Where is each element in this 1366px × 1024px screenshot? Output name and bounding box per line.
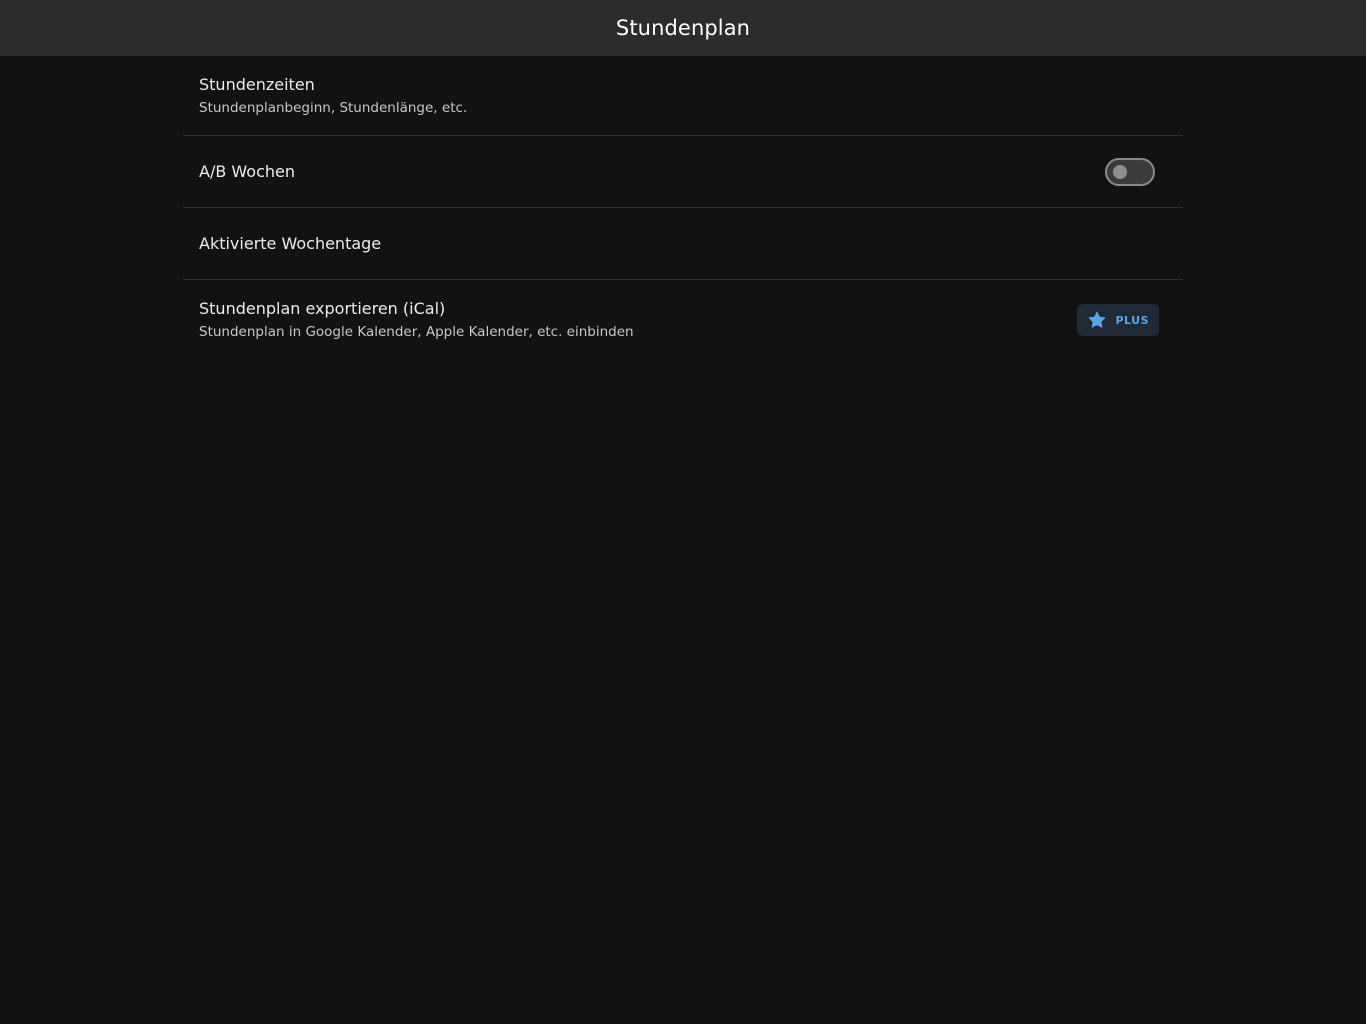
settings-item-title: A/B Wochen bbox=[199, 161, 295, 181]
settings-item-subtitle: Stundenplan in Google Kalender, Apple Ka… bbox=[199, 324, 634, 340]
app-bar: Stundenplan bbox=[0, 0, 1366, 56]
settings-item-subtitle: Stundenplanbeginn, Stundenlänge, etc. bbox=[199, 99, 468, 116]
star-icon bbox=[1087, 310, 1107, 330]
settings-item-title: Aktivierte Wochentage bbox=[199, 233, 382, 253]
ab-wochen-toggle[interactable] bbox=[1105, 157, 1155, 186]
settings-item-text: A/B Wochen bbox=[199, 162, 295, 182]
settings-item-ab-wochen[interactable]: A/B Wochen bbox=[183, 136, 1183, 208]
toggle-knob bbox=[1113, 164, 1127, 179]
plus-badge-label: PLUS bbox=[1115, 313, 1149, 327]
settings-item-text: Stundenplan exportieren (iCal) Stundenpl… bbox=[199, 299, 634, 341]
settings-item-ical-export[interactable]: Stundenplan exportieren (iCal) Stundenpl… bbox=[183, 280, 1183, 360]
settings-item-title: Stundenzeiten bbox=[199, 74, 315, 94]
app-window: Stundenplan Stundenzeiten Stundenplanbeg… bbox=[0, 0, 1366, 1024]
settings-item-stundenzeiten[interactable]: Stundenzeiten Stundenplanbeginn, Stunden… bbox=[183, 56, 1183, 136]
plus-badge[interactable]: PLUS bbox=[1077, 304, 1159, 336]
settings-item-title: Stundenplan exportieren (iCal) bbox=[199, 299, 446, 318]
page-title: Stundenplan bbox=[615, 16, 751, 40]
settings-item-text: Stundenzeiten Stundenplanbeginn, Stunden… bbox=[199, 75, 467, 117]
settings-item-aktivierte-wochentage[interactable]: Aktivierte Wochentage bbox=[183, 208, 1183, 280]
settings-list: Stundenzeiten Stundenplanbeginn, Stunden… bbox=[183, 56, 1183, 360]
settings-item-text: Aktivierte Wochentage bbox=[199, 234, 381, 254]
